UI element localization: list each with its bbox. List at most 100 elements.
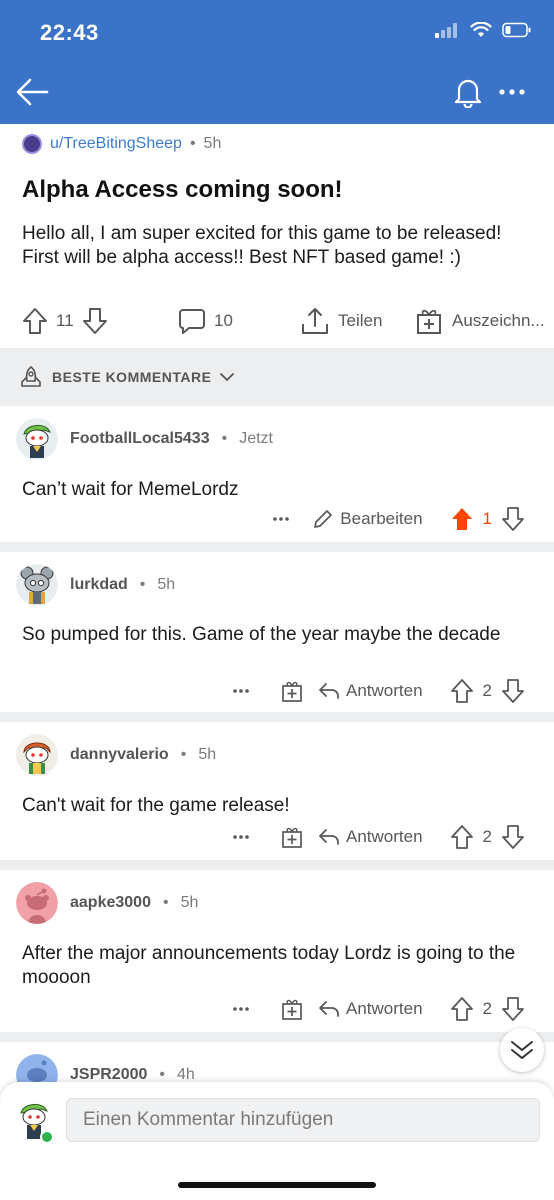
comment-actions: Antworten 2 [232, 822, 524, 852]
comment-item: FootballLocal5433 • Jetzt Can’t wait for… [0, 406, 554, 542]
battery-icon [502, 22, 531, 38]
comment-username[interactable]: FootballLocal5433 [70, 430, 210, 448]
comment-bubble-icon [179, 309, 205, 334]
rocket-icon [21, 365, 41, 387]
home-indicator[interactable] [178, 1182, 376, 1188]
edit-button[interactable]: Bearbeiten [312, 508, 423, 530]
snoo-avatar-icon [16, 734, 58, 776]
comment-header: lurkdad • 5h [16, 564, 175, 606]
upvote-icon[interactable] [450, 679, 473, 703]
separator-dot: • [189, 135, 196, 152]
reply-label: Antworten [345, 681, 423, 700]
reply-label: Antworten [345, 827, 423, 846]
award-label: Auszeichn... [452, 311, 545, 330]
post-comment-count: 10 [214, 311, 233, 330]
user-avatar[interactable] [16, 882, 58, 924]
status-time: 22:43 [40, 20, 99, 45]
upvote-filled-icon[interactable] [451, 507, 473, 531]
comment-actions: Bearbeiten 1 [272, 504, 524, 534]
separator-dot: • [221, 430, 228, 447]
comment-vote-group: 2 [450, 679, 524, 703]
chevron-down-icon [220, 373, 235, 382]
downvote-icon[interactable] [502, 997, 524, 1021]
comment-vote-group: 2 [450, 997, 524, 1021]
gift-icon[interactable] [280, 825, 304, 849]
gift-icon[interactable] [280, 679, 304, 703]
user-avatar[interactable] [16, 734, 58, 776]
downvote-icon[interactable] [82, 307, 108, 335]
comment-item: aapke3000 • 5h After the major announcem… [0, 870, 554, 1032]
comment-vote-count: 2 [482, 999, 492, 1018]
more-horizontal-icon[interactable] [272, 516, 290, 522]
upvote-icon[interactable] [22, 307, 48, 335]
comment-separator [0, 712, 554, 722]
reply-button[interactable]: Antworten [318, 827, 423, 847]
comment-time: 5h [198, 746, 217, 763]
reply-button[interactable]: Antworten [318, 999, 423, 1019]
comment-input[interactable] [66, 1098, 540, 1142]
post-vote-group: 11 [22, 304, 108, 338]
reply-button[interactable]: Antworten [318, 681, 423, 701]
comment-username[interactable]: aapke3000 [70, 894, 151, 912]
award-button[interactable]: Auszeichn... [414, 304, 545, 338]
comment-time: 5h [180, 894, 199, 911]
post-author-link[interactable]: u/TreeBitingSheep [50, 135, 182, 153]
post-body: Hello all, I am super excited for this g… [22, 223, 502, 268]
comment-header: dannyvalerio • 5h [16, 734, 216, 776]
post-time: 5h [203, 135, 222, 152]
comment-vote-group: 1 [451, 507, 524, 531]
comment-text: So pumped for this. Game of the year may… [22, 624, 501, 645]
comment-separator [0, 1032, 554, 1042]
downvote-icon[interactable] [502, 825, 524, 849]
upvote-icon[interactable] [450, 997, 473, 1021]
cellular-signal-icon [435, 23, 457, 38]
post-vote-count: 11 [56, 311, 74, 330]
more-horizontal-icon[interactable] [232, 834, 250, 840]
reply-arrow-icon [319, 829, 339, 845]
notifications-button[interactable] [450, 74, 486, 110]
separator-dot: • [162, 894, 169, 911]
separator-dot: • [139, 576, 146, 593]
double-chevron-down-icon [511, 1041, 533, 1059]
post-author-avatar[interactable] [22, 134, 42, 154]
reply-arrow-icon [319, 683, 339, 699]
comment-username[interactable]: lurkdad [70, 576, 128, 594]
gift-icon[interactable] [280, 997, 304, 1021]
edit-label: Bearbeiten [340, 509, 423, 528]
downvote-icon[interactable] [502, 507, 524, 531]
more-horizontal-icon [499, 89, 525, 95]
post-actions: 11 10 Teilen Auszeichn... [0, 304, 554, 338]
comment-vote-count: 2 [482, 827, 492, 846]
wifi-icon [470, 22, 492, 37]
pencil-icon [314, 510, 333, 528]
snoo-avatar-icon [16, 418, 58, 460]
user-avatar[interactable] [16, 564, 58, 606]
share-label: Teilen [338, 311, 383, 330]
downvote-icon[interactable] [502, 679, 524, 703]
arrow-left-icon [16, 78, 49, 106]
post-comments-button[interactable]: 10 [178, 304, 233, 338]
user-avatar[interactable] [16, 418, 58, 460]
upvote-icon[interactable] [450, 825, 473, 849]
gift-icon [417, 309, 441, 334]
snoo-avatar-icon [16, 882, 58, 924]
comment-username[interactable]: dannyvalerio [70, 746, 169, 764]
share-button[interactable]: Teilen [300, 304, 382, 338]
next-comment-button[interactable] [500, 1028, 544, 1072]
sort-label: BESTE KOMMENTARE [52, 369, 212, 385]
post-title: Alpha Access coming soon! [22, 176, 343, 203]
status-icons [434, 22, 532, 38]
online-status-indicator [40, 1130, 54, 1144]
back-button[interactable] [14, 74, 50, 110]
comment-actions: Antworten 2 [232, 994, 524, 1024]
comment-text: Can't wait for the game release! [22, 795, 290, 816]
sort-comments-button[interactable]: BESTE KOMMENTARE [0, 348, 554, 406]
more-horizontal-icon[interactable] [232, 688, 250, 694]
more-horizontal-icon[interactable] [232, 1006, 250, 1012]
comment-item: lurkdad • 5h So pumped for this. Game of… [0, 552, 554, 712]
more-options-button[interactable] [494, 74, 530, 110]
comment-vote-count: 2 [482, 681, 492, 700]
comment-text: After the major announcements today Lord… [22, 943, 516, 988]
separator-dot: • [180, 746, 187, 763]
reply-arrow-icon [319, 1001, 339, 1017]
